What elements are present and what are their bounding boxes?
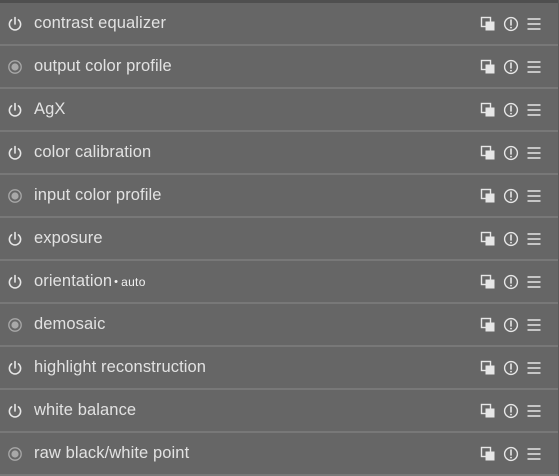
reset-icon[interactable] bbox=[503, 59, 519, 75]
multi-instance-icon[interactable] bbox=[480, 317, 496, 333]
multi-instance-icon[interactable] bbox=[480, 403, 496, 419]
reset-icon[interactable] bbox=[503, 188, 519, 204]
multi-instance-icon[interactable] bbox=[480, 59, 496, 75]
reset-icon[interactable] bbox=[503, 317, 519, 333]
module-actions bbox=[480, 317, 542, 333]
module-name: AgX bbox=[34, 100, 66, 118]
module-name: output color profile bbox=[34, 57, 172, 75]
presets-menu-icon[interactable] bbox=[526, 446, 542, 462]
module-list: contrast equalizer output color profile Ag… bbox=[0, 3, 558, 476]
presets-menu-icon[interactable] bbox=[526, 16, 542, 32]
presets-menu-icon[interactable] bbox=[526, 188, 542, 204]
module-label: AgX bbox=[34, 100, 66, 119]
presets-menu-icon[interactable] bbox=[526, 231, 542, 247]
module-actions bbox=[480, 188, 542, 204]
module-header[interactable]: output color profile bbox=[0, 46, 558, 89]
module-name: raw black/white point bbox=[34, 444, 190, 462]
power-icon[interactable] bbox=[7, 360, 23, 376]
module-header[interactable]: exposure bbox=[0, 218, 558, 261]
instance-separator: • bbox=[114, 276, 119, 288]
module-name: demosaic bbox=[34, 315, 106, 333]
presets-menu-icon[interactable] bbox=[526, 317, 542, 333]
reset-icon[interactable] bbox=[503, 145, 519, 161]
multi-instance-icon[interactable] bbox=[480, 446, 496, 462]
module-header[interactable]: raw black/white point bbox=[0, 433, 558, 476]
multi-instance-icon[interactable] bbox=[480, 360, 496, 376]
presets-menu-icon[interactable] bbox=[526, 360, 542, 376]
reset-icon[interactable] bbox=[503, 16, 519, 32]
presets-menu-icon[interactable] bbox=[526, 145, 542, 161]
module-header[interactable]: orientation • auto bbox=[0, 261, 558, 304]
reset-icon[interactable] bbox=[503, 360, 519, 376]
multi-instance-icon[interactable] bbox=[480, 231, 496, 247]
always-on-indicator-icon bbox=[7, 317, 23, 333]
reset-icon[interactable] bbox=[503, 446, 519, 462]
module-label: orientation • auto bbox=[34, 272, 146, 291]
module-label: input color profile bbox=[34, 186, 162, 205]
module-name: contrast equalizer bbox=[34, 14, 167, 32]
module-label: white balance bbox=[34, 401, 136, 420]
always-on-indicator-icon bbox=[7, 446, 23, 462]
always-on-indicator-icon bbox=[7, 59, 23, 75]
module-label: contrast equalizer bbox=[34, 14, 166, 33]
instance-label: auto bbox=[121, 275, 146, 289]
module-name: white balance bbox=[34, 401, 137, 419]
module-label: raw black/white point bbox=[34, 444, 189, 463]
module-name: exposure bbox=[34, 229, 103, 247]
power-icon[interactable] bbox=[7, 102, 23, 118]
module-actions bbox=[480, 231, 542, 247]
power-icon[interactable] bbox=[7, 16, 23, 32]
module-header[interactable]: AgX bbox=[0, 89, 558, 132]
multi-instance-icon[interactable] bbox=[480, 102, 496, 118]
module-header[interactable]: contrast equalizer bbox=[0, 3, 558, 46]
module-actions bbox=[480, 446, 542, 462]
module-actions bbox=[480, 16, 542, 32]
module-actions bbox=[480, 145, 542, 161]
always-on-indicator-icon bbox=[7, 188, 23, 204]
module-header[interactable]: highlight reconstruction bbox=[0, 347, 558, 390]
multi-instance-icon[interactable] bbox=[480, 274, 496, 290]
module-name: input color profile bbox=[34, 186, 162, 204]
module-actions bbox=[480, 102, 542, 118]
presets-menu-icon[interactable] bbox=[526, 59, 542, 75]
module-name: highlight reconstruction bbox=[34, 358, 207, 376]
module-actions bbox=[480, 274, 542, 290]
module-header[interactable]: white balance bbox=[0, 390, 558, 433]
power-icon[interactable] bbox=[7, 274, 23, 290]
module-label: demosaic bbox=[34, 315, 105, 334]
module-actions bbox=[480, 403, 542, 419]
power-icon[interactable] bbox=[7, 403, 23, 419]
module-label: color calibration bbox=[34, 143, 151, 162]
module-actions bbox=[480, 360, 542, 376]
presets-menu-icon[interactable] bbox=[526, 102, 542, 118]
multi-instance-icon[interactable] bbox=[480, 16, 496, 32]
reset-icon[interactable] bbox=[503, 102, 519, 118]
module-header[interactable]: input color profile bbox=[0, 175, 558, 218]
module-name: color calibration bbox=[34, 143, 152, 161]
reset-icon[interactable] bbox=[503, 231, 519, 247]
module-header[interactable]: demosaic bbox=[0, 304, 558, 347]
module-label: highlight reconstruction bbox=[34, 358, 206, 377]
module-label: output color profile bbox=[34, 57, 172, 76]
module-name: orientation bbox=[34, 272, 113, 290]
power-icon[interactable] bbox=[7, 145, 23, 161]
module-label: exposure bbox=[34, 229, 103, 248]
module-header[interactable]: color calibration bbox=[0, 132, 558, 175]
reset-icon[interactable] bbox=[503, 274, 519, 290]
power-icon[interactable] bbox=[7, 231, 23, 247]
reset-icon[interactable] bbox=[503, 403, 519, 419]
presets-menu-icon[interactable] bbox=[526, 403, 542, 419]
module-actions bbox=[480, 59, 542, 75]
multi-instance-icon[interactable] bbox=[480, 188, 496, 204]
presets-menu-icon[interactable] bbox=[526, 274, 542, 290]
multi-instance-icon[interactable] bbox=[480, 145, 496, 161]
